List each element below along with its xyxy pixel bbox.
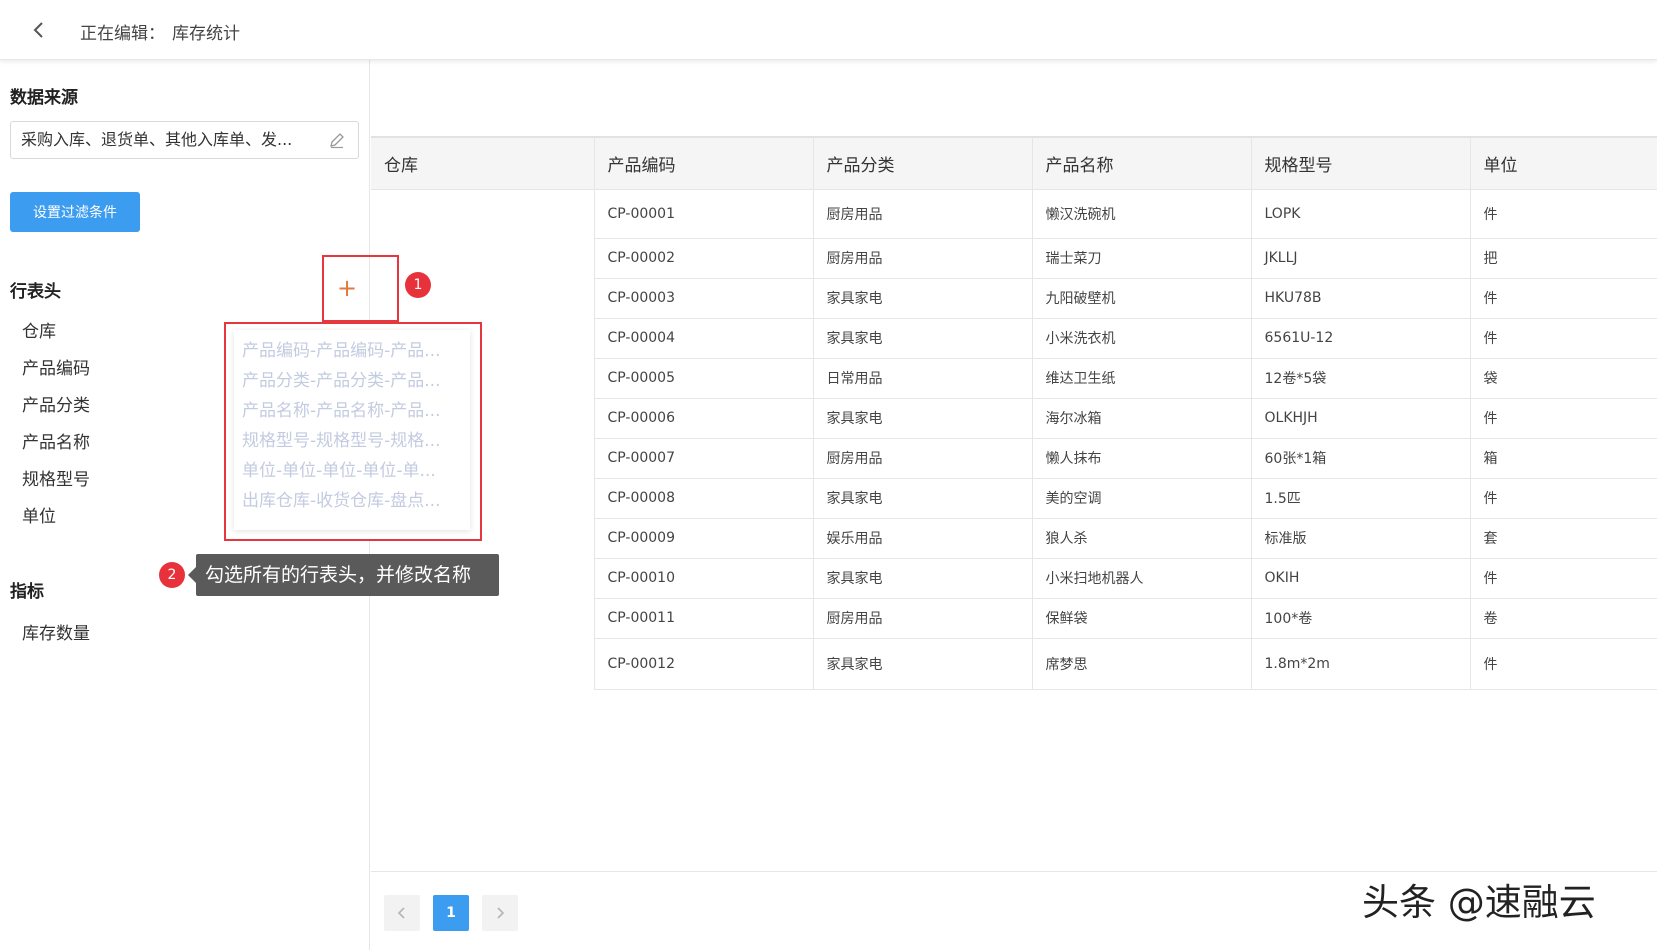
table-cell: 1.5匹 xyxy=(1251,478,1471,519)
table-cell: 厨房用品 xyxy=(813,598,1033,639)
table-cell: 日常用品 xyxy=(813,358,1033,399)
table-cell: 家具家电 xyxy=(813,558,1033,599)
table-header-row: 仓库 产品编码 产品分类 产品名称 规格型号 单位 xyxy=(371,136,1657,190)
table-cell: 小米洗衣机 xyxy=(1032,318,1252,359)
table-cell: OLKHJH xyxy=(1251,398,1471,439)
table-cell: 把 xyxy=(1470,238,1657,279)
metric-item[interactable]: 库存数量 xyxy=(22,619,90,644)
row-header-item[interactable]: 产品分类 xyxy=(22,390,90,427)
table-cell: 件 xyxy=(1470,478,1657,519)
table-cell: 海尔冰箱 xyxy=(1032,398,1252,439)
warehouse-cell xyxy=(371,189,595,689)
table-cell: 瑞士菜刀 xyxy=(1032,238,1252,279)
table-cell: 厨房用品 xyxy=(813,438,1033,479)
column-header: 单位 xyxy=(1470,136,1657,190)
column-header: 仓库 xyxy=(371,136,595,190)
table-cell: 家具家电 xyxy=(813,478,1033,519)
row-header-title: 行表头 xyxy=(10,282,61,302)
table-cell: 家具家电 xyxy=(813,278,1033,319)
table-cell: CP-00007 xyxy=(594,438,814,479)
top-bar: 正在编辑： 库存统计 xyxy=(0,0,1657,60)
table-cell: 60张*1箱 xyxy=(1251,438,1471,479)
table-cell: 箱 xyxy=(1470,438,1657,479)
table-cell: 厨房用品 xyxy=(813,189,1033,239)
column-header: 产品分类 xyxy=(813,136,1033,190)
table-cell: 100*卷 xyxy=(1251,598,1471,639)
table-cell: 件 xyxy=(1470,318,1657,359)
table-cell: 小米扫地机器人 xyxy=(1032,558,1252,599)
data-source-title: 数据来源 xyxy=(10,88,78,108)
column-header: 产品名称 xyxy=(1032,136,1252,190)
table-cell: 件 xyxy=(1470,189,1657,239)
table-cell: 家具家电 xyxy=(813,398,1033,439)
prev-page-button[interactable] xyxy=(384,895,420,931)
table-cell: 件 xyxy=(1470,558,1657,599)
table-cell: 九阳破壁机 xyxy=(1032,278,1252,319)
table-cell: CP-00010 xyxy=(594,558,814,599)
report-name: 库存统计 xyxy=(172,24,240,44)
column-header: 产品编码 xyxy=(594,136,814,190)
table-cell: JKLLJ xyxy=(1251,238,1471,279)
inventory-table: 仓库 产品编码 产品分类 产品名称 规格型号 单位 CP-00001 厨房用品 懒汉… xyxy=(371,136,1657,690)
table-cell: CP-00012 xyxy=(594,638,814,690)
table-cell: 件 xyxy=(1470,278,1657,319)
row-header-item[interactable]: 产品编码 xyxy=(22,353,90,390)
table-cell: 保鲜袋 xyxy=(1032,598,1252,639)
page-1-button[interactable]: 1 xyxy=(433,895,469,931)
table-cell: 美的空调 xyxy=(1032,478,1252,519)
table-cell: 厨房用品 xyxy=(813,238,1033,279)
table-cell: 6561U-12 xyxy=(1251,318,1471,359)
set-filter-button[interactable]: 设置过滤条件 xyxy=(10,192,140,232)
table-cell: CP-00004 xyxy=(594,318,814,359)
table-cell: CP-00002 xyxy=(594,238,814,279)
editing-label: 正在编辑： xyxy=(80,24,165,44)
table-cell: HKU78B xyxy=(1251,278,1471,319)
row-header-list: 仓库 产品编码 产品分类 产品名称 规格型号 单位 xyxy=(22,316,90,538)
preview-area: 仓库 产品编码 产品分类 产品名称 规格型号 单位 CP-00001 厨房用品 懒汉… xyxy=(371,60,1657,950)
table-cell: CP-00003 xyxy=(594,278,814,319)
watermark: 头条 @速融云 xyxy=(1362,881,1596,924)
table-cell: CP-00001 xyxy=(594,189,814,239)
table-cell: 家具家电 xyxy=(813,318,1033,359)
table-cell: 1.8m*2m xyxy=(1251,638,1471,690)
table-cell: 狼人杀 xyxy=(1032,518,1252,559)
table-cell: CP-00011 xyxy=(594,598,814,639)
table-cell: 件 xyxy=(1470,638,1657,690)
table-cell: 12卷*5袋 xyxy=(1251,358,1471,399)
row-header-item[interactable]: 规格型号 xyxy=(22,464,90,501)
edit-pencil-icon[interactable] xyxy=(328,131,346,149)
column-header: 规格型号 xyxy=(1251,136,1471,190)
table-cell: CP-00006 xyxy=(594,398,814,439)
table-cell: 套 xyxy=(1470,518,1657,559)
table-cell: 维达卫生纸 xyxy=(1032,358,1252,399)
chevron-left-icon xyxy=(397,907,405,919)
table-cell: CP-00009 xyxy=(594,518,814,559)
table-cell: 件 xyxy=(1470,398,1657,439)
next-page-button[interactable] xyxy=(482,895,518,931)
add-row-header-button[interactable]: + xyxy=(336,276,358,300)
row-header-item[interactable]: 产品名称 xyxy=(22,427,90,464)
table-cell: 娱乐用品 xyxy=(813,518,1033,559)
table-cell: 袋 xyxy=(1470,358,1657,399)
table-cell: 懒人抹布 xyxy=(1032,438,1252,479)
row-header-item[interactable]: 仓库 xyxy=(22,316,90,353)
table-cell: 懒汉洗碗机 xyxy=(1032,189,1252,239)
table-cell: CP-00008 xyxy=(594,478,814,519)
chevron-right-icon xyxy=(497,907,505,919)
table-cell: OKIH xyxy=(1251,558,1471,599)
table-cell: 家具家电 xyxy=(813,638,1033,690)
table-cell: CP-00005 xyxy=(594,358,814,399)
table-cell: 标准版 xyxy=(1251,518,1471,559)
row-header-item[interactable]: 单位 xyxy=(22,501,90,538)
table-row: CP-00001 厨房用品 懒汉洗碗机 LOPK 件 xyxy=(371,189,1657,689)
table-cell: 卷 xyxy=(1470,598,1657,639)
metric-title: 指标 xyxy=(10,582,44,602)
table-cell: 席梦思 xyxy=(1032,638,1252,690)
back-arrow-icon[interactable] xyxy=(28,18,50,42)
step-badge-2: 2 xyxy=(159,562,185,588)
table-cell: LOPK xyxy=(1251,189,1471,239)
data-source-field[interactable]: 采购入库、退货单、其他入库单、发... xyxy=(10,121,359,159)
